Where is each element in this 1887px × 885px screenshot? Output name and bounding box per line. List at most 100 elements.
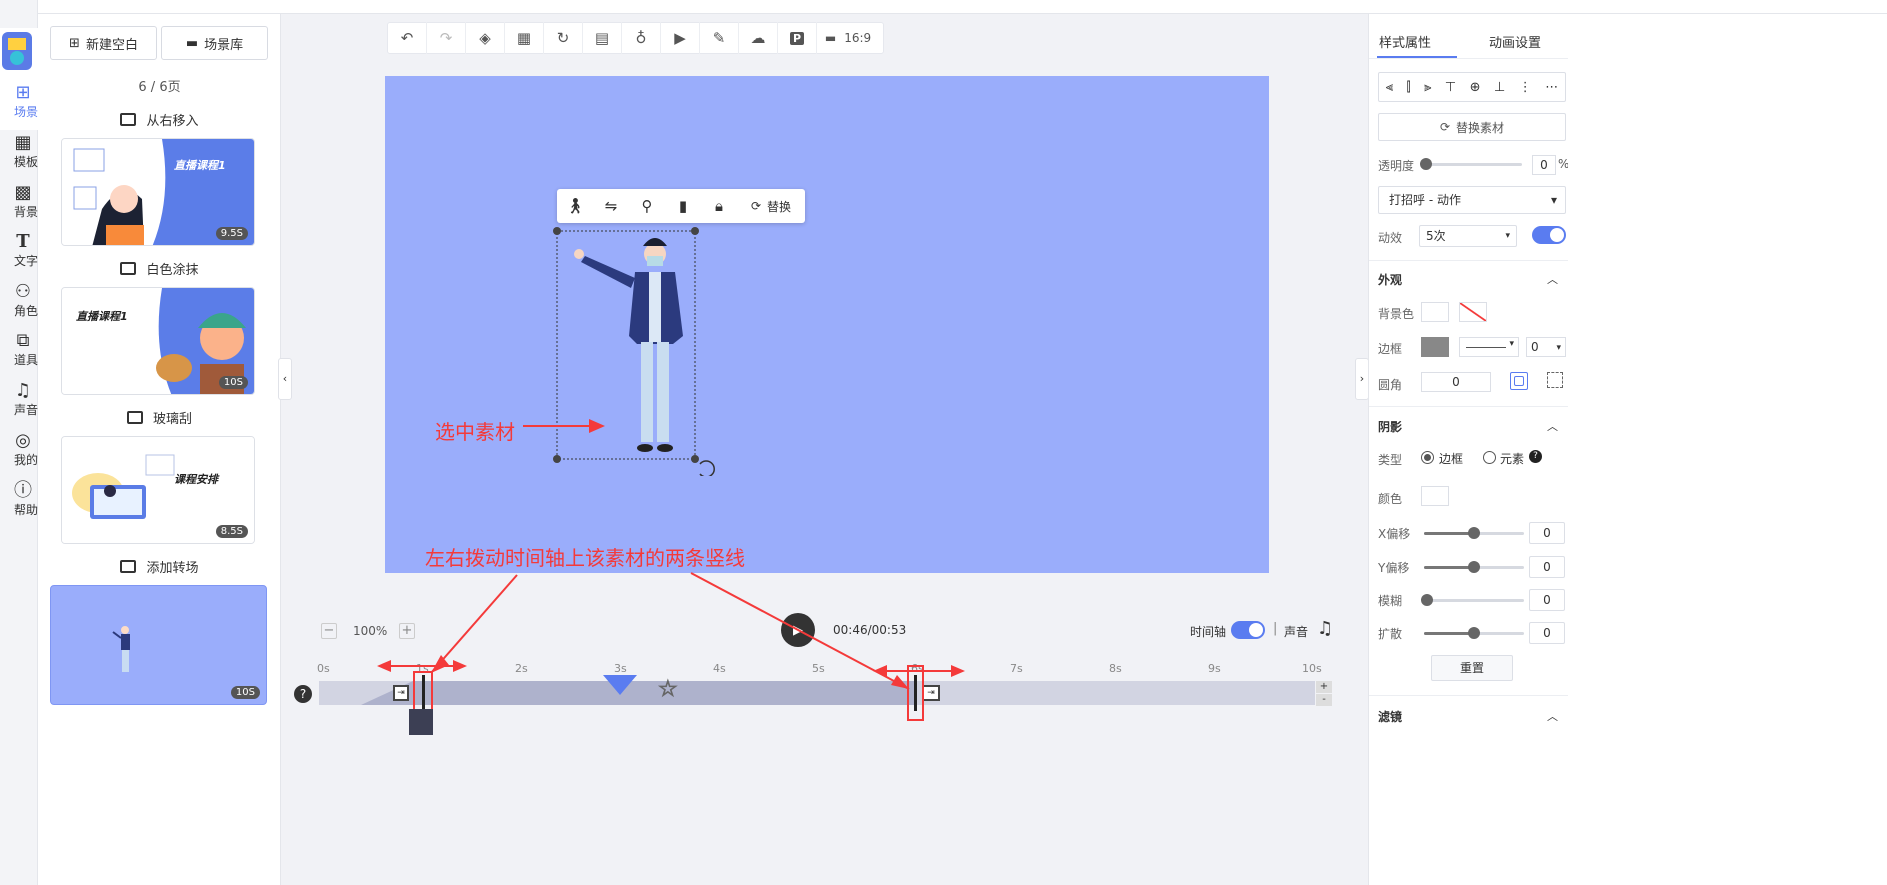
lock-icon: 🔒︎ bbox=[715, 197, 723, 215]
effect-label: 动效 bbox=[1378, 231, 1403, 245]
layers-button[interactable]: ◈ bbox=[466, 22, 505, 54]
redo-button[interactable]: ↷ bbox=[427, 22, 466, 54]
align-right-icon[interactable]: ⫸ bbox=[1424, 80, 1431, 95]
grid-button[interactable]: ▦ bbox=[505, 22, 544, 54]
scene-3-duration: 8.5S bbox=[215, 525, 248, 538]
flip-button[interactable]: ⇋ bbox=[593, 189, 629, 223]
spread-input[interactable]: 0 bbox=[1529, 622, 1565, 644]
shadow-heading: 阴影 bbox=[1378, 420, 1403, 434]
action-select[interactable]: 打招呼 - 动作 ▾ bbox=[1378, 186, 1566, 214]
align-bottom-icon[interactable]: ⊥ bbox=[1494, 80, 1505, 95]
cloud-button[interactable]: ☁ bbox=[739, 22, 778, 54]
effect-toggle[interactable] bbox=[1532, 226, 1566, 244]
new-blank-button[interactable]: ⊞ 新建空白 bbox=[50, 26, 157, 60]
scene-thumb-2[interactable]: 直播课程1 10S bbox=[61, 287, 255, 395]
delete-button[interactable]: ▮ bbox=[665, 189, 701, 223]
border-width-select[interactable]: 0 ▾ bbox=[1526, 337, 1566, 357]
music-icon: ♫ bbox=[14, 379, 32, 401]
reset-button[interactable]: 重置 bbox=[1431, 655, 1513, 681]
radio-border-label: 边框 bbox=[1439, 452, 1464, 466]
collapse-right-button[interactable]: › bbox=[1355, 358, 1369, 400]
tab-style[interactable]: 样式属性 bbox=[1379, 32, 1431, 51]
add-transition[interactable]: 添加转场 bbox=[38, 557, 281, 576]
character-icon: ⚇ bbox=[14, 280, 32, 302]
y-offset-slider[interactable] bbox=[1424, 561, 1524, 573]
y-offset-label: Y偏移 bbox=[1378, 561, 1410, 575]
replace-material-button[interactable]: ⟳ 替换素材 bbox=[1378, 113, 1566, 141]
help-icon[interactable]: ? bbox=[1529, 450, 1542, 463]
action-button[interactable]: 🚶︎ bbox=[557, 189, 593, 223]
radio-element[interactable] bbox=[1483, 451, 1496, 464]
tab-animation[interactable]: 动画设置 bbox=[1489, 32, 1541, 51]
anchor-button[interactable]: ⚲ bbox=[629, 189, 665, 223]
x-offset-input[interactable]: 0 bbox=[1529, 522, 1565, 544]
border-color-swatch[interactable] bbox=[1421, 337, 1449, 357]
align-vcenter-icon[interactable]: ⊕ bbox=[1470, 80, 1481, 95]
scene-thumb-3[interactable]: 课程安排 8.5S bbox=[61, 436, 255, 544]
transition-3[interactable]: 玻璃刮 bbox=[38, 408, 281, 427]
x-offset-slider[interactable] bbox=[1424, 527, 1524, 539]
aspect-ratio-button[interactable]: ▬ 16:9 bbox=[817, 22, 879, 54]
transition-2[interactable]: 白色涂抹 bbox=[38, 259, 281, 278]
cloud-icon: ☁ bbox=[750, 29, 766, 47]
element-context-toolbar: 🚶︎ ⇋ ⚲ ▮ 🔒︎ ⟳ 替换 bbox=[557, 189, 805, 223]
radio-border[interactable] bbox=[1421, 451, 1434, 464]
transition-1[interactable]: 从右移入 bbox=[38, 110, 281, 129]
screen-icon: ▬ bbox=[824, 31, 837, 45]
align-top-icon[interactable]: ⊤ bbox=[1445, 80, 1456, 95]
blur-slider[interactable] bbox=[1421, 594, 1524, 606]
blur-label: 模糊 bbox=[1378, 594, 1403, 608]
spread-slider[interactable] bbox=[1424, 627, 1524, 639]
scene-1-duration: 9.5S bbox=[215, 227, 248, 240]
border-label: 边框 bbox=[1378, 342, 1403, 356]
scene-panel: ⊞ 新建空白 ▬ 场景库 6 / 6页 从右移入 直播课程1 9.5S 白色涂抹 直… bbox=[38, 14, 281, 885]
effect-select[interactable]: 5次 ▾ bbox=[1419, 225, 1517, 247]
scene-thumb-4-selected[interactable]: 10S bbox=[50, 585, 267, 705]
nav-item-help[interactable]: ⓘ 帮助 bbox=[0, 470, 38, 528]
spread-label: 扩散 bbox=[1378, 627, 1403, 641]
scene-4-duration: 10S bbox=[230, 686, 260, 699]
border-style-select[interactable]: ▾ bbox=[1459, 337, 1519, 357]
blur-input[interactable]: 0 bbox=[1529, 589, 1565, 611]
transition-icon bbox=[120, 113, 137, 126]
camera-button[interactable]: ▶ bbox=[661, 22, 700, 54]
pen-button[interactable]: ✎ bbox=[700, 22, 739, 54]
page-counter: 6 / 6页 bbox=[138, 80, 181, 95]
replace-icon: ⟳ bbox=[1439, 120, 1451, 134]
caret-down-icon: ▾ bbox=[1505, 231, 1510, 241]
undo-button[interactable]: ↶ bbox=[388, 22, 427, 54]
opacity-input[interactable]: 0 bbox=[1532, 155, 1556, 175]
radius-all-icon[interactable] bbox=[1510, 372, 1528, 390]
distribute-v-icon[interactable]: ⋯ bbox=[1545, 80, 1558, 95]
loading-button[interactable]: ↻ bbox=[544, 22, 583, 54]
empty-area bbox=[1568, 14, 1887, 885]
layers-icon: ◈ bbox=[479, 29, 491, 47]
format-painter-button[interactable]: ▤ bbox=[583, 22, 622, 54]
canvas-toolbar: ↶ ↷ ◈ ▦ ↻ ▤ ♁ ▶ ✎ ☁ P ▬ 16:9 bbox=[387, 22, 884, 54]
stage-canvas[interactable]: 🚶︎ ⇋ ⚲ ▮ 🔒︎ ⟳ 替换 选中素材 左右拨动时间轴上该素材的两条竖线 bbox=[385, 76, 1269, 573]
opacity-slider[interactable] bbox=[1420, 158, 1522, 170]
shadow-color-swatch[interactable] bbox=[1421, 486, 1449, 506]
replace-icon: ⟳ bbox=[750, 199, 762, 213]
scene-library-button[interactable]: ▬ 场景库 bbox=[161, 26, 268, 60]
transition-icon bbox=[126, 411, 143, 424]
no-color-swatch[interactable] bbox=[1459, 302, 1487, 322]
shadow-color-label: 颜色 bbox=[1378, 492, 1403, 506]
ppt-import-button[interactable]: P bbox=[778, 22, 817, 54]
distribute-h-icon[interactable]: ⋮ bbox=[1519, 80, 1532, 95]
scene-1-title: 直播课程1 bbox=[174, 159, 226, 172]
lock-button[interactable]: 🔒︎ bbox=[701, 189, 737, 223]
selected-character[interactable] bbox=[545, 216, 725, 476]
replace-button[interactable]: ⟳ 替换 bbox=[737, 189, 805, 223]
record-voice-button[interactable]: ♁ bbox=[622, 22, 661, 54]
paint-roller-icon: ▤ bbox=[594, 29, 610, 47]
scene-thumb-1[interactable]: 直播课程1 9.5S bbox=[61, 138, 255, 246]
help-icon: ⓘ bbox=[14, 479, 32, 501]
bgcolor-swatch[interactable] bbox=[1421, 302, 1449, 322]
align-hcenter-icon[interactable]: ⫿ bbox=[1407, 80, 1411, 95]
radius-each-icon[interactable] bbox=[1547, 372, 1563, 388]
collapse-left-button[interactable]: ‹ bbox=[278, 358, 292, 400]
radius-input[interactable]: 0 bbox=[1421, 372, 1491, 392]
y-offset-input[interactable]: 0 bbox=[1529, 556, 1565, 578]
align-left-icon[interactable]: ⫷ bbox=[1386, 80, 1393, 95]
